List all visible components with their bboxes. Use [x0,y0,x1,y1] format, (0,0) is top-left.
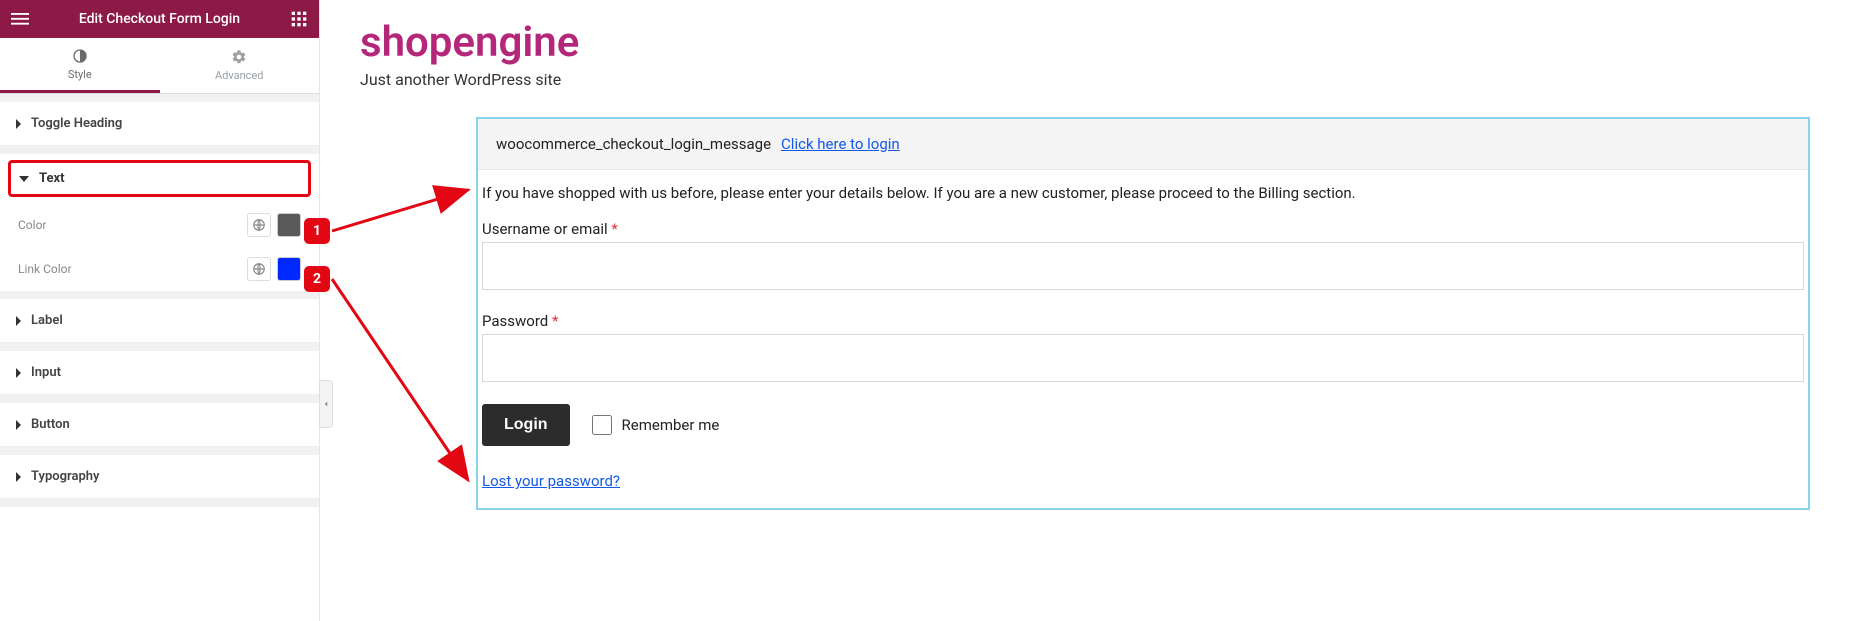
login-form-body: If you have shopped with us before, plea… [478,170,1808,508]
editor-sidebar: Edit Checkout Form Login Style Advanced … [0,0,320,621]
username-group: Username or email * [482,220,1804,290]
control-label: Link Color [18,262,72,276]
login-toggle-link[interactable]: Click here to login [781,135,900,153]
section-label: Toggle Heading [31,116,122,131]
control-link-color: Link Color [0,247,319,291]
required-mark: * [611,220,617,238]
section-list: Toggle Heading Text Color Link Co [0,94,319,507]
hook-name: woocommerce_checkout_login_message [496,135,771,153]
site-header: shopengine Just another WordPress site [360,20,1810,89]
tab-advanced[interactable]: Advanced [160,38,320,93]
login-notice-bar: woocommerce_checkout_login_message Click… [478,119,1808,170]
password-label: Password * [482,312,1804,330]
tab-advanced-label: Advanced [215,69,263,82]
annotation-badge-1: 1 [304,218,330,244]
globe-icon[interactable] [247,257,271,281]
password-field[interactable] [482,334,1804,382]
caret-right-icon [16,420,21,430]
section-input[interactable]: Input [0,351,319,395]
sidebar-title: Edit Checkout Form Login [79,11,240,27]
username-field[interactable] [482,242,1804,290]
login-form-widget: woocommerce_checkout_login_message Click… [476,117,1810,510]
section-label: Label [31,313,63,328]
section-label: Typography [31,469,100,484]
control-color: Color [0,203,319,247]
color-swatch[interactable] [277,213,301,237]
section-button[interactable]: Button [0,403,319,447]
remember-me[interactable]: Remember me [592,415,720,435]
required-mark: * [552,312,558,330]
section-text-highlighted[interactable]: Text [8,160,311,197]
section-toggle-heading[interactable]: Toggle Heading [0,102,319,146]
link-color-swatch[interactable] [277,257,301,281]
hamburger-icon[interactable] [10,9,30,29]
annotation-badge-2: 2 [304,266,330,292]
section-label[interactable]: Label [0,299,319,343]
caret-right-icon [16,119,21,129]
section-label: Button [31,417,70,432]
login-action-row: Login Remember me [482,404,1804,446]
username-label: Username or email * [482,220,1804,238]
control-label: Color [18,218,46,232]
login-intro-text: If you have shopped with us before, plea… [482,184,1804,216]
editor-tabs: Style Advanced [0,38,319,94]
lost-password-link[interactable]: Lost your password? [482,472,620,490]
caret-down-icon [19,176,29,182]
apps-grid-icon[interactable] [289,9,309,29]
tab-style[interactable]: Style [0,38,160,93]
site-title: shopengine [360,20,1810,66]
remember-checkbox[interactable] [592,415,612,435]
section-typography[interactable]: Typography [0,455,319,499]
tab-style-label: Style [68,68,92,81]
caret-right-icon [16,316,21,326]
site-tagline: Just another WordPress site [360,70,1810,89]
caret-right-icon [16,472,21,482]
password-group: Password * [482,312,1804,382]
collapse-sidebar-handle[interactable] [319,380,333,428]
login-button[interactable]: Login [482,404,570,446]
globe-icon[interactable] [247,213,271,237]
sidebar-header: Edit Checkout Form Login [0,0,319,38]
section-label: Text [39,171,65,186]
preview-area: shopengine Just another WordPress site w… [320,0,1850,621]
remember-label: Remember me [622,416,720,434]
caret-right-icon [16,368,21,378]
section-label: Input [31,365,61,380]
